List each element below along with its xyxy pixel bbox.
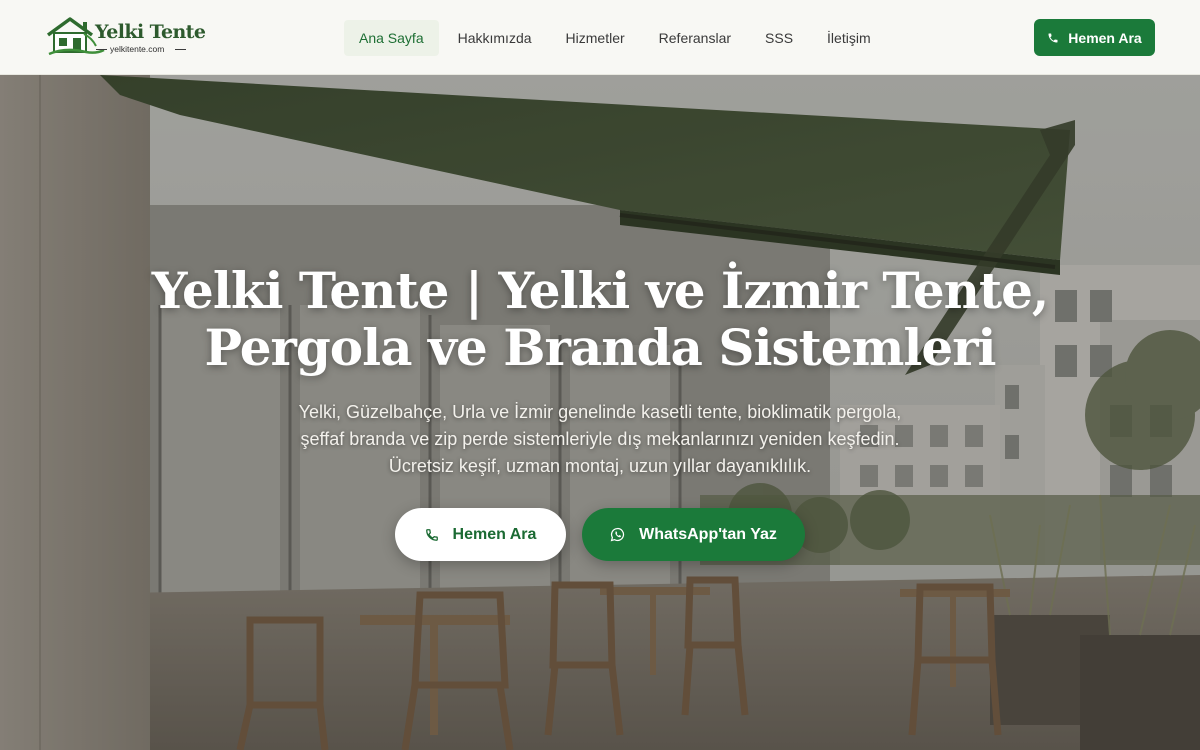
hero-whatsapp-button[interactable]: WhatsApp'tan Yaz bbox=[582, 508, 805, 561]
hero-description-line-3: Ücretsiz keşif, uzman montaj, uzun yılla… bbox=[388, 456, 812, 476]
site-header: Yelki Tente yelkitente.com Ana Sayfa Hak… bbox=[0, 0, 1200, 75]
whatsapp-icon bbox=[610, 527, 625, 542]
nav-item-hakkimizda[interactable]: Hakkımızda bbox=[443, 20, 547, 56]
hero-whatsapp-label: WhatsApp'tan Yaz bbox=[639, 525, 777, 543]
hero-description-line-2: şeffaf branda ve zip perde sistemleriyle… bbox=[300, 429, 900, 449]
phone-icon bbox=[425, 528, 439, 542]
logo-divider-left bbox=[96, 49, 107, 50]
logo-subtitle: yelkitente.com bbox=[110, 44, 165, 54]
site-logo[interactable]: Yelki Tente yelkitente.com bbox=[46, 16, 206, 58]
hero-title-line-1: Yelki Tente | Yelki ve İzmir Tente, bbox=[151, 261, 1050, 320]
hero-title: Yelki Tente | Yelki ve İzmir Tente, Perg… bbox=[100, 262, 1100, 376]
header-call-label: Hemen Ara bbox=[1068, 29, 1142, 46]
logo-divider-right bbox=[175, 49, 186, 50]
nav-item-referanslar[interactable]: Referanslar bbox=[644, 20, 746, 56]
hero-section: Yelki Tente | Yelki ve İzmir Tente, Perg… bbox=[0, 75, 1200, 750]
header-call-button[interactable]: Hemen Ara bbox=[1034, 19, 1155, 56]
hero-call-button[interactable]: Hemen Ara bbox=[395, 508, 566, 561]
main-nav: Ana Sayfa Hakkımızda Hizmetler Referansl… bbox=[344, 20, 890, 56]
nav-item-iletisim[interactable]: İletişim bbox=[812, 20, 886, 56]
hero-description-line-1: Yelki, Güzelbahçe, Urla ve İzmir genelin… bbox=[298, 402, 902, 422]
hero-title-line-2: Pergola ve Branda Sistemleri bbox=[204, 318, 996, 377]
nav-item-hizmetler[interactable]: Hizmetler bbox=[551, 20, 640, 56]
hero-call-label: Hemen Ara bbox=[452, 525, 537, 543]
logo-title: Yelki Tente bbox=[95, 21, 206, 43]
hero-description: Yelki, Güzelbahçe, Urla ve İzmir genelin… bbox=[230, 399, 970, 480]
nav-item-sss[interactable]: SSS bbox=[750, 20, 808, 56]
nav-item-ana-sayfa[interactable]: Ana Sayfa bbox=[344, 20, 439, 56]
phone-icon bbox=[1047, 32, 1059, 44]
